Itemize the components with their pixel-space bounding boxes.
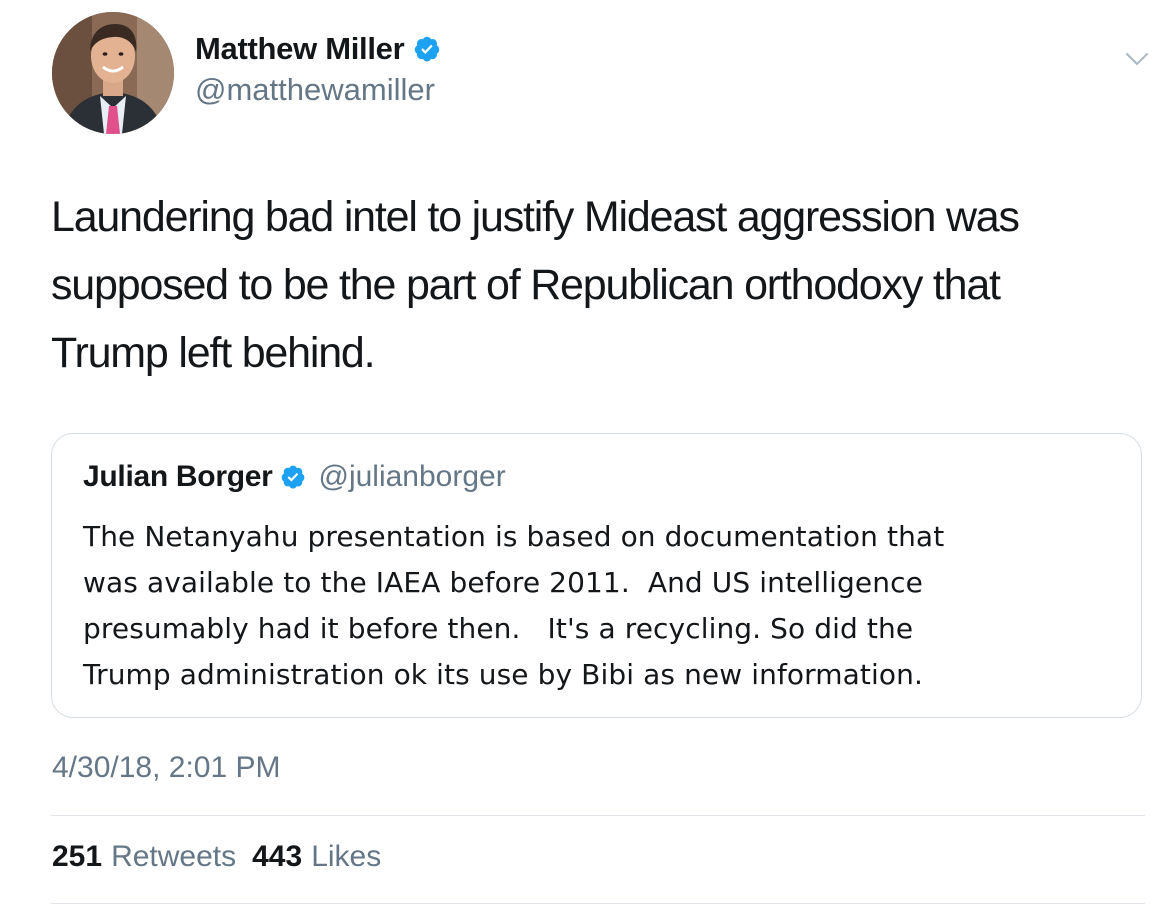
quoted-tweet-text: The Netanyahu presentation is based on d… [83, 520, 945, 691]
likes-stat[interactable]: 443 Likes [252, 840, 381, 874]
retweets-count: 251 [52, 840, 103, 873]
quoted-tweet-card[interactable]: Julian Borger @julianborger The Netanyah… [51, 433, 1142, 718]
tweet-timestamp[interactable]: 4/30/18, 2:01 PM [52, 751, 281, 785]
author-handle[interactable]: @matthewamiller [195, 72, 435, 108]
quoted-author-handle: @julianborger [318, 460, 506, 493]
avatar-photo [52, 12, 174, 134]
quoted-author-name: Julian Borger [83, 460, 273, 493]
retweets-stat[interactable]: 251 Retweets [52, 840, 236, 874]
likes-count: 443 [252, 840, 303, 873]
tweet-text: Laundering bad intel to justify Mideast … [51, 193, 1020, 377]
author-name[interactable]: Matthew Miller [195, 31, 405, 67]
tweet-stats: 251 Retweets 443 Likes [52, 840, 381, 874]
author-name-row: Matthew Miller [195, 31, 441, 67]
quoted-tweet-header: Julian Borger @julianborger [83, 460, 506, 494]
retweets-label: Retweets [111, 840, 237, 873]
verified-badge-icon [280, 464, 306, 490]
divider [51, 903, 1145, 904]
chevron-down-icon[interactable] [1124, 46, 1150, 72]
verified-badge-icon [413, 35, 441, 63]
tweet-header: Matthew Miller @matthewamiller [52, 12, 1152, 136]
divider [51, 815, 1145, 816]
likes-label: Likes [311, 840, 382, 873]
avatar[interactable] [52, 12, 174, 134]
